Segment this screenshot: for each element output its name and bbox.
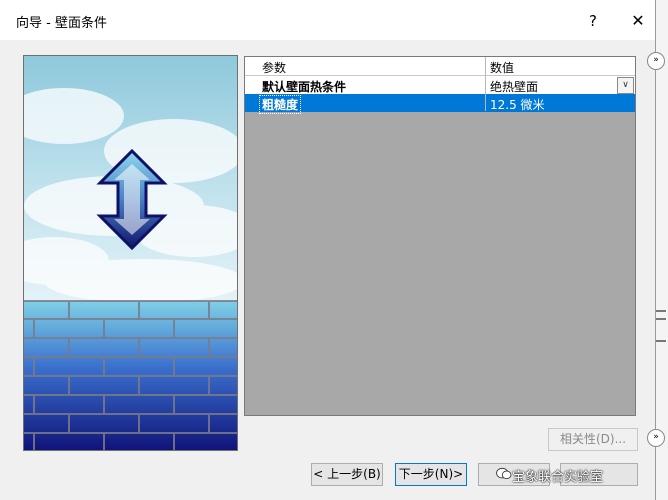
close-button[interactable]: ✕	[623, 8, 653, 34]
row-value[interactable]: 绝热壁面	[490, 78, 538, 95]
watermark-text: 宝象联合实验室	[512, 470, 604, 485]
chevron-down-icon[interactable]: ∨	[617, 77, 634, 94]
help-button[interactable]: ?	[578, 8, 608, 34]
column-header-param[interactable]: 参数	[262, 59, 286, 76]
row-value[interactable]: 12.5 微米	[490, 96, 545, 113]
parameter-grid: 参数 数值 默认壁面热条件 绝热壁面 ∨ 粗糙度 12.5 微米	[244, 56, 636, 416]
chevron-right-icon[interactable]: »	[647, 52, 665, 70]
grid-row-wall-thermal[interactable]: 默认壁面热条件 绝热壁面 ∨	[245, 76, 635, 94]
prev-button[interactable]: < 上一步(B)	[311, 463, 383, 486]
chevron-right-icon[interactable]: »	[647, 429, 665, 447]
wall-illustration-graphic	[24, 56, 237, 450]
next-button[interactable]: 下一步(N)>	[395, 463, 467, 486]
title-bar: 向导 - 壁面条件 ? ✕	[0, 0, 655, 40]
wall-illustration	[23, 55, 238, 451]
row-param-label: 粗糙度	[258, 95, 302, 114]
grid-row-roughness[interactable]: 粗糙度 12.5 微米	[245, 94, 635, 114]
row-param-label: 默认壁面热条件	[262, 80, 347, 94]
column-divider[interactable]	[485, 57, 486, 111]
dialog-title: 向导 - 壁面条件	[16, 16, 107, 31]
column-header-value[interactable]: 数值	[490, 59, 514, 76]
relevance-button[interactable]: 相关性(D)...	[548, 428, 638, 451]
chat-bubble-icon	[496, 467, 512, 480]
wizard-dialog: 向导 - 壁面条件 ? ✕ 参数 数值 默认壁面热条件 绝热壁面 ∨ 粗糙度 1…	[0, 0, 656, 500]
grid-header: 参数 数值	[245, 57, 635, 76]
